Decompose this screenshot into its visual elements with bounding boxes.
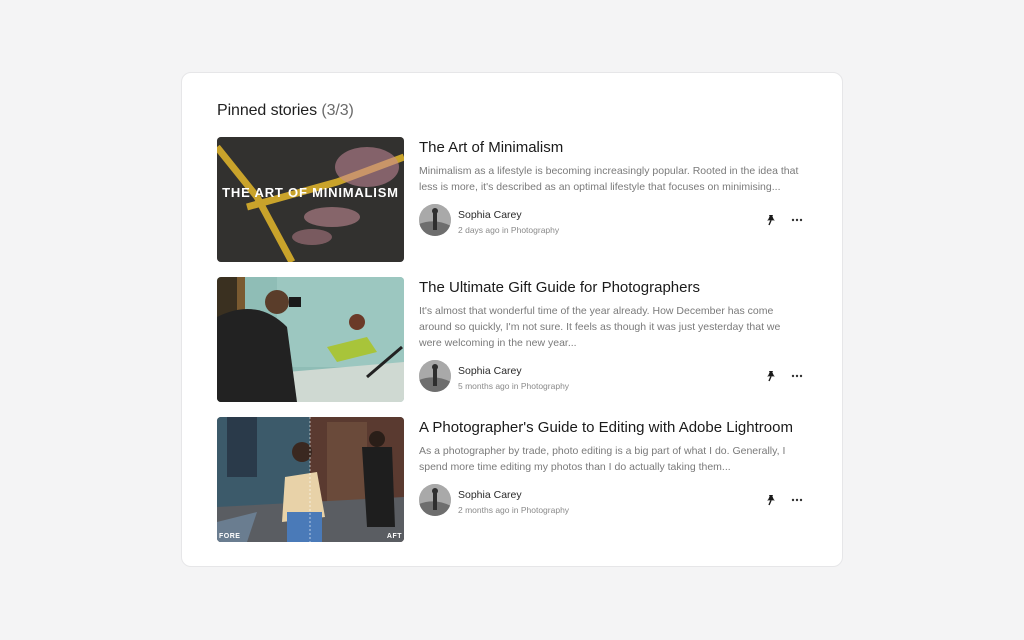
author-name[interactable]: Sophia Carey	[458, 489, 522, 501]
more-horizontal-icon	[791, 374, 803, 378]
section-title: Pinned stories (3/3)	[217, 102, 354, 120]
more-horizontal-icon	[791, 218, 803, 222]
pin-button[interactable]	[763, 492, 779, 508]
story-excerpt: As a photographer by trade, photo editin…	[419, 445, 786, 473]
avatar-image	[419, 204, 451, 236]
story-title[interactable]: The Ultimate Gift Guide for Photographer…	[419, 279, 700, 296]
story-body: A Photographer's Guide to Editing with A…	[419, 417, 807, 542]
more-options-button[interactable]	[789, 368, 805, 384]
avatar[interactable]	[419, 484, 451, 516]
story-author: Sophia Carey 5 months ago in Photography	[419, 360, 807, 392]
story-meta: 2 months ago in Photography	[458, 505, 570, 515]
avatar[interactable]	[419, 204, 451, 236]
after-label: AFT	[386, 533, 402, 540]
story-body: The Art of Minimalism Minimalism as a li…	[419, 137, 807, 262]
pin-icon	[767, 215, 775, 226]
story-excerpt: Minimalism as a lifestyle is becoming in…	[419, 165, 799, 193]
pinned-stories-card: Pinned stories (3/3) THE ART OF MINIMALI…	[181, 72, 843, 567]
more-horizontal-icon	[791, 498, 803, 502]
story-thumbnail[interactable]: FORE AFT	[217, 417, 404, 542]
more-options-button[interactable]	[789, 212, 805, 228]
story-title[interactable]: The Art of Minimalism	[419, 139, 563, 156]
story-thumbnail[interactable]	[217, 277, 404, 402]
author-name[interactable]: Sophia Carey	[458, 209, 522, 221]
thumbnail-image-photoshoot	[217, 277, 404, 402]
avatar-image	[419, 360, 451, 392]
story-item[interactable]: THE ART OF MINIMALISM The Art of Minimal…	[217, 137, 807, 262]
story-meta: 2 days ago in Photography	[458, 225, 560, 235]
story-body: The Ultimate Gift Guide for Photographer…	[419, 277, 807, 402]
pinned-count: (3/3)	[321, 102, 354, 119]
thumbnail-image-lightroom	[217, 417, 404, 542]
story-thumbnail[interactable]: THE ART OF MINIMALISM	[217, 137, 404, 262]
pin-button[interactable]	[763, 368, 779, 384]
pin-icon	[767, 371, 775, 382]
pin-button[interactable]	[763, 212, 779, 228]
story-author: Sophia Carey 2 months ago in Photography	[419, 484, 807, 516]
avatar[interactable]	[419, 360, 451, 392]
story-author: Sophia Carey 2 days ago in Photography	[419, 204, 807, 236]
section-title-text: Pinned stories	[217, 102, 317, 119]
story-excerpt: It's almost that wonderful time of the y…	[419, 305, 781, 349]
story-title[interactable]: A Photographer's Guide to Editing with A…	[419, 419, 793, 436]
more-options-button[interactable]	[789, 492, 805, 508]
thumbnail-caption: THE ART OF MINIMALISM	[222, 185, 399, 200]
story-item[interactable]: FORE AFT A Photographer's Guide to Editi…	[217, 417, 807, 542]
avatar-image	[419, 484, 451, 516]
story-item[interactable]: The Ultimate Gift Guide for Photographer…	[217, 277, 807, 402]
story-meta: 5 months ago in Photography	[458, 381, 570, 391]
author-name[interactable]: Sophia Carey	[458, 365, 522, 377]
pin-icon	[767, 495, 775, 506]
before-label: FORE	[219, 533, 241, 540]
